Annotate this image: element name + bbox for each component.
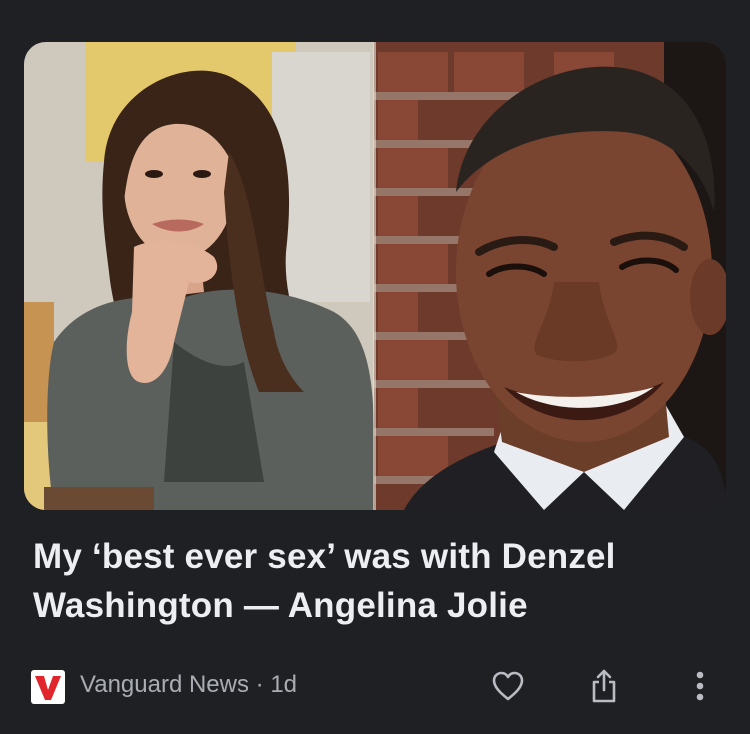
vanguard-logo-icon bbox=[31, 670, 65, 704]
news-card[interactable]: My ‘best ever sex’ was with Denzel Washi… bbox=[0, 0, 750, 734]
right-photo bbox=[374, 42, 726, 510]
share-button[interactable] bbox=[582, 664, 626, 708]
article-headline[interactable]: My ‘best ever sex’ was with Denzel Washi… bbox=[33, 532, 723, 630]
like-button[interactable] bbox=[486, 664, 530, 708]
left-photo bbox=[24, 42, 374, 510]
meta-separator: · bbox=[255, 671, 264, 698]
more-options-button[interactable] bbox=[678, 664, 722, 708]
share-icon bbox=[592, 669, 616, 703]
source-name[interactable]: Vanguard News bbox=[80, 671, 249, 698]
article-image[interactable] bbox=[24, 42, 726, 510]
article-footer: Vanguard News · 1d bbox=[0, 658, 750, 708]
source-meta: Vanguard News · 1d bbox=[80, 670, 297, 700]
heart-icon bbox=[492, 671, 524, 701]
article-age: 1d bbox=[270, 671, 298, 698]
more-vertical-icon bbox=[696, 671, 704, 701]
